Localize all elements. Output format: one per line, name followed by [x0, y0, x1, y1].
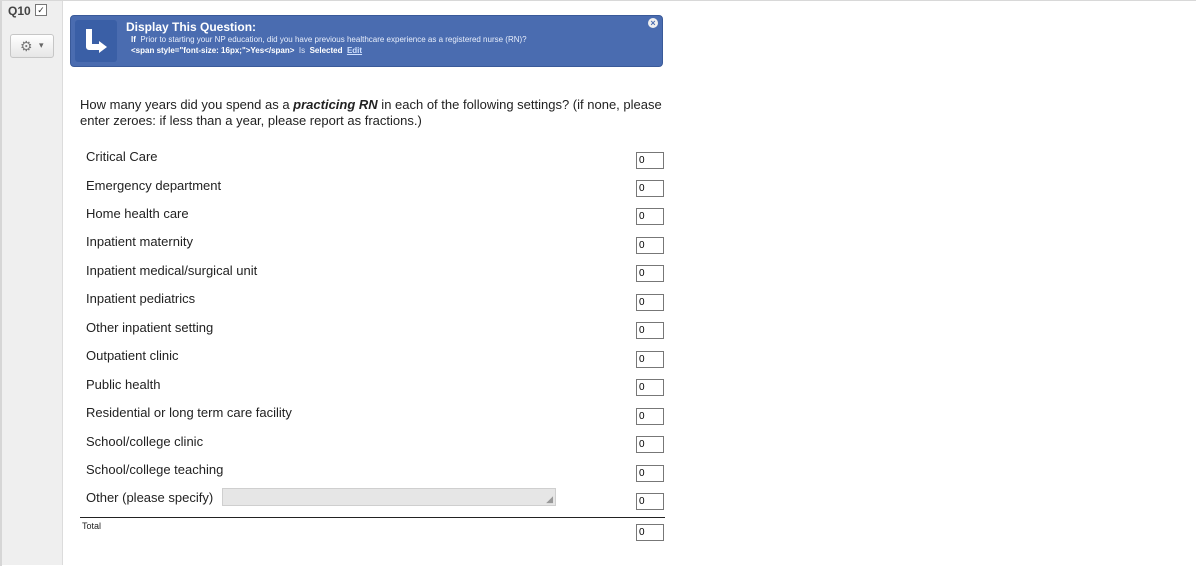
question-select-checkbox[interactable]: ✓	[35, 4, 47, 16]
display-logic-condition: Prior to starting your NP education, did…	[140, 35, 527, 44]
row-input-inpatient-pediatrics[interactable]	[636, 294, 664, 311]
other-specify-textarea[interactable]: ◢	[222, 488, 556, 506]
display-logic-title: Display This Question:	[126, 20, 257, 34]
resize-grip-icon[interactable]: ◢	[546, 494, 553, 505]
question-text-start: How many years did you spend as a	[80, 97, 294, 112]
row-input-critical-care[interactable]	[636, 152, 664, 169]
row-input-residential-long-term-care[interactable]	[636, 408, 664, 425]
display-logic-arrow-icon	[75, 20, 117, 62]
display-logic-condition-line: If Prior to starting your NP education, …	[131, 35, 527, 44]
row-input-public-health[interactable]	[636, 379, 664, 396]
chevron-down-icon: ▾	[39, 40, 44, 50]
close-icon[interactable]: ×	[648, 18, 658, 28]
row-input-home-health-care[interactable]	[636, 208, 664, 225]
row-label-inpatient-pediatrics: Inpatient pediatrics	[86, 291, 196, 306]
row-label-critical-care: Critical Care	[86, 149, 158, 164]
row-label-school-college-teaching: School/college teaching	[86, 462, 224, 477]
row-label-other-please-specify: Other (please specify)	[86, 490, 214, 505]
question-text: How many years did you spend as a practi…	[80, 97, 680, 129]
display-logic-answer: <span style="font-size: 16px;">Yes</span…	[131, 46, 295, 55]
question-sidebar: Q10 ✓ ⚙ ▾	[0, 1, 63, 566]
top-divider	[0, 0, 1196, 1]
sidebar-edge	[0, 1, 2, 566]
total-divider	[80, 517, 665, 518]
row-label-emergency-department: Emergency department	[86, 178, 222, 193]
row-input-emergency-department[interactable]	[636, 180, 664, 197]
row-input-school-college-clinic[interactable]	[636, 436, 664, 453]
question-id: Q10	[8, 4, 31, 18]
row-input-inpatient-maternity[interactable]	[636, 237, 664, 254]
question-options-button[interactable]: ⚙ ▾	[10, 34, 54, 58]
display-logic-answer-line: <span style="font-size: 16px;">Yes</span…	[131, 46, 362, 55]
row-input-other-inpatient-setting[interactable]	[636, 322, 664, 339]
row-label-inpatient-medical-surgical: Inpatient medical/surgical unit	[86, 263, 258, 278]
row-input-inpatient-medical-surgical[interactable]	[636, 265, 664, 282]
question-text-emphasis: practicing RN	[293, 97, 378, 112]
row-input-outpatient-clinic[interactable]	[636, 351, 664, 368]
display-logic-state: Selected	[309, 46, 343, 55]
display-logic-is-label: Is	[298, 46, 306, 55]
gear-icon: ⚙	[20, 38, 33, 54]
row-label-outpatient-clinic: Outpatient clinic	[86, 348, 179, 363]
row-input-other-please-specify[interactable]	[636, 493, 664, 510]
row-label-public-health: Public health	[86, 377, 161, 392]
row-label-inpatient-maternity: Inpatient maternity	[86, 234, 193, 249]
row-label-home-health-care: Home health care	[86, 206, 189, 221]
display-logic-banner[interactable]: Display This Question: If Prior to start…	[70, 15, 663, 67]
row-label-other-inpatient-setting: Other inpatient setting	[86, 320, 214, 335]
display-logic-edit-link[interactable]: Edit	[347, 46, 362, 55]
total-label: Total	[82, 521, 102, 531]
total-value-field	[636, 524, 664, 541]
row-input-school-college-teaching[interactable]	[636, 465, 664, 482]
row-label-residential-long-term-care: Residential or long term care facility	[86, 405, 292, 420]
row-label-school-college-clinic: School/college clinic	[86, 434, 204, 449]
display-logic-if-label: If	[131, 35, 136, 44]
